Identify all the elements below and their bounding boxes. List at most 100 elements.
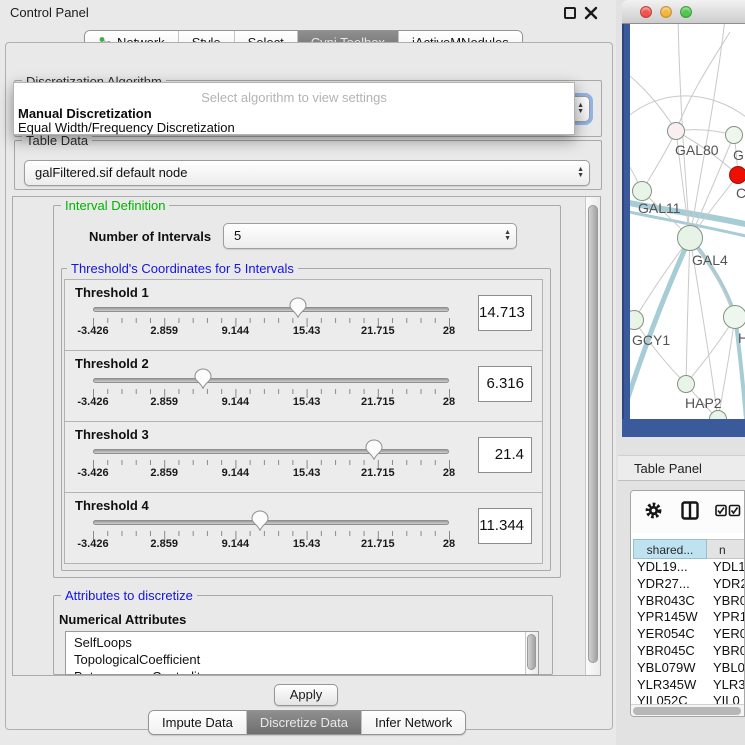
network-node-gal80[interactable] xyxy=(667,122,685,140)
threshold-slider-thumb-3[interactable] xyxy=(365,439,383,460)
network-canvas[interactable]: GAL80GCGAL11GAL4GCY1HHAP2 xyxy=(630,24,745,419)
attribute-item-selfloops[interactable]: SelfLoops xyxy=(74,635,132,650)
cyni-mode-tab-strip: Impute DataDiscretize DataInfer Network xyxy=(148,710,466,735)
network-window-titlebar xyxy=(622,0,745,24)
network-node-gal4[interactable] xyxy=(677,225,703,251)
network-node-node-top-right[interactable] xyxy=(725,126,743,144)
column-header-shared-name[interactable]: shared... xyxy=(633,539,707,559)
cell-name: YBR0 xyxy=(713,643,745,658)
threshold-label-1: Threshold 1 xyxy=(75,285,149,300)
mac-zoom-icon[interactable] xyxy=(680,6,692,18)
slider-tick-label: 21.715 xyxy=(348,325,408,337)
table-row-ylr345w[interactable]: YLR345WYLR3 xyxy=(631,677,745,694)
popup-option-manual-discretization[interactable]: Manual Discretization xyxy=(18,106,152,121)
table-row-yil052c[interactable]: YIL052CYIL0 xyxy=(631,693,745,704)
column-header-name[interactable]: n xyxy=(707,539,745,559)
table-toolbar xyxy=(631,491,745,533)
cell-shared-name: YBR043C xyxy=(637,593,707,608)
table-panel-header: Table Panel xyxy=(618,455,745,481)
settings-scrollbar-thumb[interactable] xyxy=(588,205,598,663)
table-horizontal-scrollbar[interactable] xyxy=(631,704,745,717)
numerical-attributes-label: Numerical Attributes xyxy=(59,612,186,627)
table-row-yer054c[interactable]: YER054CYER0 xyxy=(631,626,745,643)
mac-minimize-icon[interactable] xyxy=(660,6,672,18)
settings-scrollbar[interactable] xyxy=(585,197,600,675)
control-panel-title: Control Panel xyxy=(10,0,89,26)
table-horizontal-scrollbar-thumb[interactable] xyxy=(633,707,741,715)
checkbox-icons[interactable] xyxy=(715,504,741,517)
table-row-ypr145w[interactable]: YPR145WYPR1 xyxy=(631,609,745,626)
network-window-frame xyxy=(622,419,745,437)
split-columns-icon[interactable] xyxy=(681,501,699,520)
slider-tick-label: 9.144 xyxy=(205,538,265,550)
slider-tick-label: 9.144 xyxy=(205,325,265,337)
threshold-slider-thumb-2[interactable] xyxy=(194,368,212,389)
number-of-intervals-combobox[interactable]: 5 ▲▼ xyxy=(223,223,517,249)
network-node-node-red[interactable] xyxy=(729,166,745,184)
mac-close-icon[interactable] xyxy=(640,6,652,18)
network-node-node-right-mid[interactable] xyxy=(723,305,745,329)
network-node-label-node-red: C xyxy=(736,185,745,201)
threshold-value-field-3[interactable]: 21.4 xyxy=(478,437,532,473)
bottom-tab-infer-network[interactable]: Infer Network xyxy=(361,711,465,734)
settings-scroll-pane: Interval Definition Number of Intervals … xyxy=(12,196,601,676)
table-row-ybl079w[interactable]: YBL079WYBL0 xyxy=(631,660,745,677)
slider-tick-label: -3.426 xyxy=(63,538,123,550)
threshold-label-4: Threshold 4 xyxy=(75,498,149,513)
network-edges xyxy=(630,24,745,419)
attribute-item-betweennesscentrality[interactable]: BetweennessCentrality xyxy=(74,669,207,675)
apply-button[interactable]: Apply xyxy=(274,684,338,706)
slider-tick-label: 21.715 xyxy=(348,396,408,408)
table-rows: YDL19...YDL1YDR27...YDR2YBR043CYBR0YPR14… xyxy=(631,559,745,704)
network-window-frame xyxy=(622,24,630,419)
threshold-slider-thumb-4[interactable] xyxy=(251,510,269,531)
slider-tick-label: 28 xyxy=(419,467,479,479)
slider-tick-label: 15.43 xyxy=(277,538,337,550)
threshold-slider-track-3[interactable] xyxy=(93,449,449,454)
network-node-label-gcy1: GCY1 xyxy=(632,332,670,348)
cell-name: YDR2 xyxy=(713,576,745,591)
algorithm-dropdown-popup: Select algorithm to view settings Manual… xyxy=(13,82,575,135)
slider-tick-label: 9.144 xyxy=(205,467,265,479)
network-node-label-hap2: HAP2 xyxy=(685,395,722,411)
attributes-group-title: Attributes to discretize xyxy=(61,588,197,603)
popup-option-equal-width-frequency-discretization[interactable]: Equal Width/Frequency Discretization xyxy=(18,120,235,135)
slider-tick-label: 28 xyxy=(419,396,479,408)
network-node-gal11[interactable] xyxy=(632,181,652,201)
close-panel-icon[interactable] xyxy=(584,6,598,20)
threshold-slider-track-4[interactable] xyxy=(93,520,449,525)
table-row-ydr27[interactable]: YDR27...YDR2 xyxy=(631,576,745,593)
table-row-ybr045c[interactable]: YBR045CYBR0 xyxy=(631,643,745,660)
threshold-slider-track-2[interactable] xyxy=(93,378,449,383)
table-data-combobox[interactable]: galFiltered.sif default node ▲▼ xyxy=(24,160,590,186)
slider-tick-label: 2.859 xyxy=(134,538,194,550)
threshold-slider-track-1[interactable] xyxy=(93,307,449,312)
threshold-value-field-1[interactable]: 14.713 xyxy=(478,295,532,331)
cell-name: YIL0 xyxy=(713,693,740,704)
cell-shared-name: YPR145W xyxy=(637,609,707,624)
network-node-label-node-top-right: G xyxy=(733,147,744,163)
number-of-intervals-value: 5 xyxy=(234,224,241,248)
network-node-label-gal80: GAL80 xyxy=(675,142,719,158)
table-row-ydl19[interactable]: YDL19...YDL1 xyxy=(631,559,745,576)
float-window-icon[interactable] xyxy=(564,7,576,19)
threshold-panel-3: Threshold 3-3.4262.8599.14415.4321.71528… xyxy=(64,421,543,493)
threshold-value-field-4[interactable]: 11.344 xyxy=(478,508,532,544)
table-panel-title: Table Panel xyxy=(634,456,702,481)
slider-tick-label: 2.859 xyxy=(134,467,194,479)
interval-definition-group-title: Interval Definition xyxy=(61,198,169,213)
bottom-tab-discretize-data[interactable]: Discretize Data xyxy=(246,711,361,734)
attributes-list-scrollbar[interactable] xyxy=(525,632,538,674)
attribute-item-topologicalcoefficient[interactable]: TopologicalCoefficient xyxy=(74,652,200,667)
table-row-ybr043c[interactable]: YBR043CYBR0 xyxy=(631,593,745,610)
numerical-attributes-list[interactable]: SelfLoops TopologicalCoefficient Betweenne… xyxy=(65,631,539,675)
settings-gear-icon[interactable] xyxy=(644,501,663,520)
attributes-list-scrollbar-thumb[interactable] xyxy=(527,634,536,670)
bottom-tab-impute-data[interactable]: Impute Data xyxy=(149,711,246,734)
network-node-label-gal11: GAL11 xyxy=(638,200,681,216)
network-node-hap2[interactable] xyxy=(677,375,695,393)
cell-name: YBL0 xyxy=(713,660,745,675)
threshold-slider-thumb-1[interactable] xyxy=(289,297,307,318)
threshold-value-field-2[interactable]: 6.316 xyxy=(478,366,532,402)
slider-tick-label: 15.43 xyxy=(277,467,337,479)
